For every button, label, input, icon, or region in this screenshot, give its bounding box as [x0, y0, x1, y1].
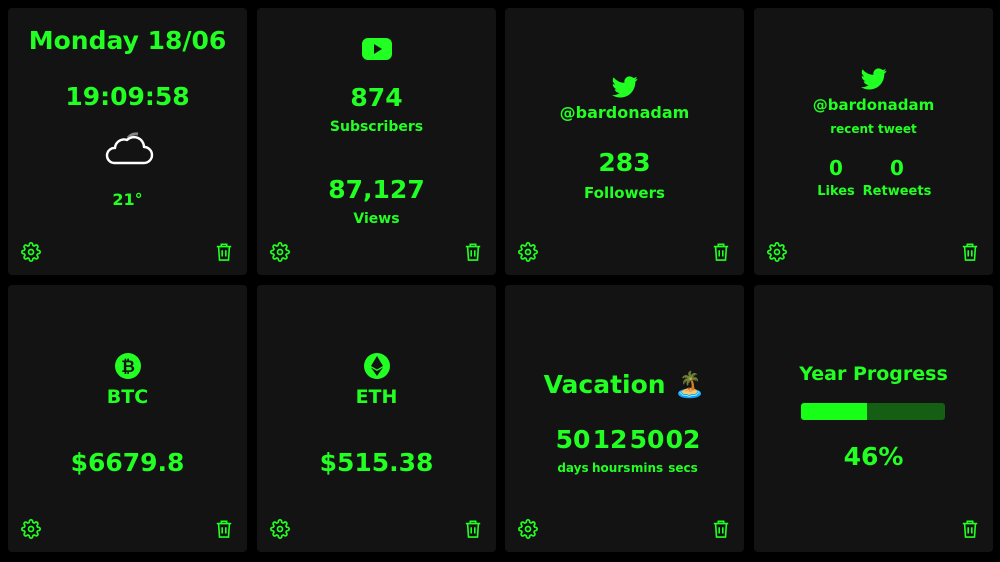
- btc-label: BTC: [106, 386, 149, 408]
- year-progress-fill: [801, 403, 868, 420]
- vacation-card: Vacation 🏝️ 50 days 12 hours 50 mins 02 …: [505, 285, 744, 552]
- retweets-count: 0: [890, 156, 904, 180]
- trash-icon[interactable]: [712, 519, 730, 539]
- twitter-icon: [505, 76, 744, 100]
- date-text: Monday 18/06: [28, 26, 227, 55]
- countdown-mins-label: mins: [630, 461, 664, 475]
- recent-tweet-label: recent tweet: [830, 122, 917, 136]
- vacation-title: Vacation 🏝️: [543, 370, 706, 399]
- countdown-days-label: days: [557, 461, 589, 475]
- temperature-text: 21°: [112, 190, 143, 209]
- btc-card: ₿ BTC $6679.8: [8, 285, 247, 552]
- bitcoin-icon: ₿: [8, 352, 247, 380]
- trash-icon[interactable]: [464, 519, 482, 539]
- trash-icon[interactable]: [464, 242, 482, 262]
- countdown-hours: 12: [592, 425, 628, 454]
- youtube-card: 874 Subscribers 87,127 Views: [257, 8, 496, 275]
- countdown-secs: 02: [665, 425, 701, 454]
- subscribers-label: Subscribers: [329, 119, 424, 135]
- year-progress-card: Year Progress 46%: [754, 285, 993, 552]
- cloud-icon: [8, 130, 247, 168]
- gear-icon[interactable]: [518, 519, 538, 539]
- svg-text:₿: ₿: [121, 357, 135, 377]
- views-label: Views: [353, 211, 400, 227]
- gear-icon[interactable]: [518, 242, 538, 262]
- likes-label: Likes: [817, 184, 855, 199]
- twitter-recent-tweet-card: @bardonadam recent tweet 0 Likes 0 Retwe…: [754, 8, 993, 275]
- twitter-handle[interactable]: @bardonadam: [505, 103, 744, 122]
- gear-icon[interactable]: [767, 242, 787, 262]
- btc-price: $6679.8: [70, 448, 185, 477]
- gear-icon[interactable]: [270, 519, 290, 539]
- gear-icon[interactable]: [21, 519, 41, 539]
- gear-icon[interactable]: [21, 242, 41, 262]
- views-count: 87,127: [328, 175, 425, 204]
- trash-icon[interactable]: [215, 519, 233, 539]
- followers-count: 283: [598, 148, 651, 177]
- datetime-card: Monday 18/06 19:09:58 21°: [8, 8, 247, 275]
- trash-icon[interactable]: [712, 242, 730, 262]
- eth-price: $515.38: [319, 448, 434, 477]
- ethereum-icon: [257, 352, 496, 380]
- time-text: 19:09:58: [65, 82, 190, 111]
- trash-icon[interactable]: [961, 519, 979, 539]
- countdown-secs-label: secs: [668, 461, 698, 475]
- trash-icon[interactable]: [215, 242, 233, 262]
- likes-count: 0: [829, 156, 843, 180]
- countdown-hours-label: hours: [592, 461, 631, 475]
- eth-card: ETH $515.38: [257, 285, 496, 552]
- trash-icon[interactable]: [961, 242, 979, 262]
- countdown-mins: 50: [629, 425, 665, 454]
- twitter-followers-card: @bardonadam 283 Followers: [505, 8, 744, 275]
- year-progress-title: Year Progress: [799, 363, 948, 385]
- subscribers-count: 874: [350, 83, 403, 112]
- gear-icon[interactable]: [270, 242, 290, 262]
- year-progress-percent: 46%: [843, 442, 904, 471]
- countdown-days: 50: [555, 425, 591, 454]
- followers-label: Followers: [584, 184, 665, 202]
- eth-label: ETH: [355, 386, 398, 408]
- year-progress-bar: [801, 403, 945, 420]
- twitter-handle[interactable]: @bardonadam: [754, 96, 993, 114]
- twitter-icon: [754, 68, 993, 92]
- retweets-label: Retweets: [862, 184, 932, 199]
- youtube-icon: [257, 38, 496, 60]
